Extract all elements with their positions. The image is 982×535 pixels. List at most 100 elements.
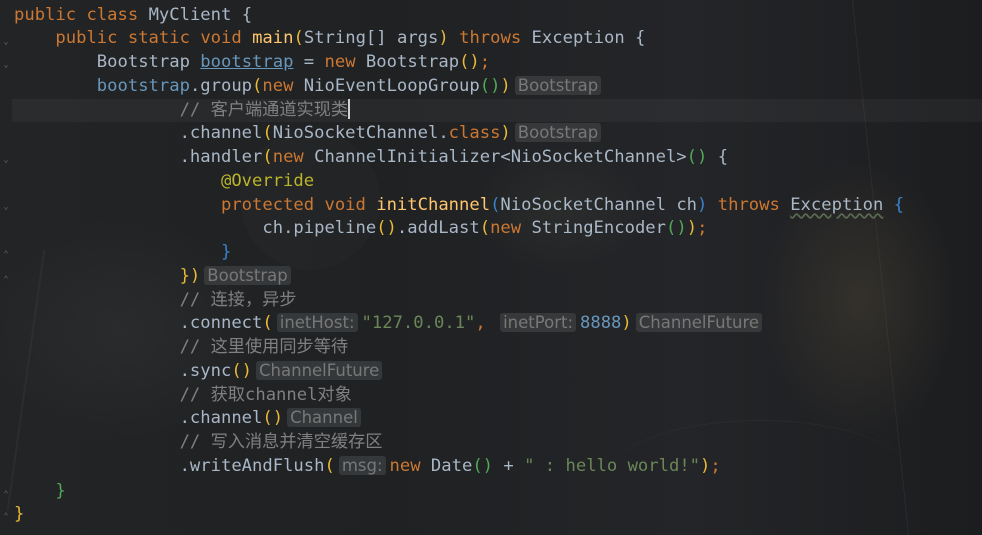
comment: // 连接，异步 (179, 290, 297, 310)
method-call: .channel (179, 408, 263, 428)
constructor: Bootstrap (365, 52, 460, 72)
code-line[interactable]: // 这里使用同步等待 (14, 336, 349, 359)
code-line[interactable]: .channel() Channel (14, 407, 361, 430)
paren: () (479, 76, 501, 96)
paren: () (231, 361, 253, 381)
parameters: NioSocketChannel ch (500, 195, 698, 215)
comment: // 客户端通道实现类 (179, 100, 349, 120)
code-editor[interactable]: ⌄ ⌄ ⌄ ⌄ ⌃ ⌃ ⌃ ⌃ public class MyClient { … (0, 0, 982, 535)
paren: () (472, 456, 494, 476)
method-call: .channel (179, 123, 263, 143)
dot: . (438, 123, 449, 143)
fold-icon[interactable]: ⌄ (1, 202, 11, 212)
keyword: throws (717, 195, 780, 215)
code-line[interactable]: public class MyClient { (14, 4, 252, 27)
class-name: MyClient (148, 5, 232, 25)
code-line[interactable]: .sync() ChannelFuture (14, 360, 383, 383)
keyword: protected (220, 195, 315, 215)
paren: () (666, 218, 687, 238)
code-line[interactable]: // 获取channel对象 (14, 384, 352, 407)
keyword: void (324, 195, 366, 215)
exception-type: Exception (531, 28, 625, 48)
paren: ( (262, 313, 273, 333)
method-call: .addLast (396, 218, 480, 238)
argument: StringEncoder (531, 218, 666, 238)
editor-gutter: ⌄ ⌄ ⌄ ⌄ ⌃ ⌃ ⌃ ⌃ (0, 0, 12, 535)
paren: () (376, 218, 397, 238)
brace: { (717, 147, 729, 167)
operator: = (303, 52, 315, 72)
fold-icon[interactable]: ⌃ (1, 275, 11, 285)
keyword: public (55, 28, 118, 48)
code-line[interactable]: .handler(new ChannelInitializer<NioSocke… (14, 146, 729, 169)
code-line[interactable]: // 写入消息并清空缓存区 (14, 431, 383, 454)
method-call: .group (189, 76, 253, 96)
paren: ) (438, 28, 449, 48)
constructor: Date (430, 456, 473, 476)
paren: ) (686, 218, 698, 238)
string-literal: " : hello world!" (524, 456, 701, 476)
type-hint: Bootstrap (514, 123, 602, 142)
code-line[interactable]: .connect(inetHost: "127.0.0.1", inetPort:… (14, 312, 763, 335)
comment: // 写入消息并清空缓存区 (179, 432, 383, 452)
code-line[interactable]: .channel(NioSocketChannel.class) Bootstra… (14, 122, 602, 145)
method-name: main (252, 28, 294, 48)
background-art (851, 0, 982, 535)
fold-icon[interactable]: ⌄ (1, 37, 11, 47)
semicolon: ; (479, 52, 491, 72)
code-line[interactable]: }) Bootstrap (14, 265, 291, 288)
paren: ( (252, 76, 263, 96)
code-line[interactable]: // 连接，异步 (14, 289, 297, 312)
fold-icon[interactable]: ⌄ (1, 60, 11, 70)
paren: ( (293, 28, 304, 48)
type-hint: Bootstrap (204, 266, 291, 285)
semicolon: ; (697, 218, 708, 238)
code-line[interactable]: public static void main(String[] args) t… (14, 27, 645, 50)
code-line[interactable]: protected void initChannel(NioSocketChan… (14, 194, 904, 217)
method-call: .handler (179, 147, 263, 167)
exception-type: Exception (790, 195, 884, 215)
code-line-current[interactable]: // 客户端通道实现类 (12, 99, 982, 122)
code-line[interactable]: } (14, 241, 231, 264)
code-line[interactable]: ch.pipeline().addLast(new StringEncoder(… (14, 217, 707, 240)
code-line[interactable]: .writeAndFlush(msg: new Date() + " : hell… (14, 455, 721, 478)
paren: ( (262, 147, 273, 167)
operator: + (503, 456, 514, 476)
semicolon: ; (710, 456, 721, 476)
comment: // 这里使用同步等待 (179, 337, 349, 357)
type-hint: ChannelFuture (256, 361, 383, 380)
paren: () (262, 408, 284, 428)
parameter-hint: inetHost: (276, 313, 358, 332)
code-line[interactable]: @Override (14, 170, 314, 193)
method-call: .sync (179, 361, 232, 381)
fold-icon[interactable]: ⌄ (1, 155, 11, 165)
method-call: .writeAndFlush (179, 456, 325, 476)
code-line[interactable]: bootstrap.group(new NioEventLoopGroup())… (14, 75, 602, 98)
paren: ( (490, 195, 501, 215)
code-line[interactable]: } (14, 503, 24, 526)
type-hint: ChannelFuture (635, 313, 763, 332)
brace: } (55, 481, 66, 501)
keyword: throws (459, 28, 522, 48)
method-call: .pipeline (283, 218, 377, 238)
code-line[interactable]: Bootstrap bootstrap = new Bootstrap(); (14, 51, 490, 74)
comment: // 获取channel对象 (179, 385, 352, 405)
fold-icon[interactable]: ⌃ (1, 250, 11, 260)
fold-icon[interactable]: ⌃ (1, 490, 11, 500)
brace: } (220, 242, 232, 262)
brace: { (893, 195, 905, 215)
fold-icon[interactable]: ⌃ (1, 512, 11, 522)
paren: ) (621, 313, 632, 333)
code-line[interactable]: } (14, 480, 66, 503)
type-hint: Bootstrap (514, 76, 602, 95)
paren: ( (479, 218, 491, 238)
keyword: new (324, 52, 356, 72)
annotation: @Override (220, 171, 315, 191)
paren: ( (262, 123, 273, 143)
brace: }) (179, 266, 201, 286)
parameter-hint: msg: (338, 456, 386, 475)
keyword: new (389, 456, 421, 476)
argument: NioSocketChannel (272, 123, 439, 143)
paren: () (686, 147, 708, 167)
paren: ) (700, 456, 711, 476)
